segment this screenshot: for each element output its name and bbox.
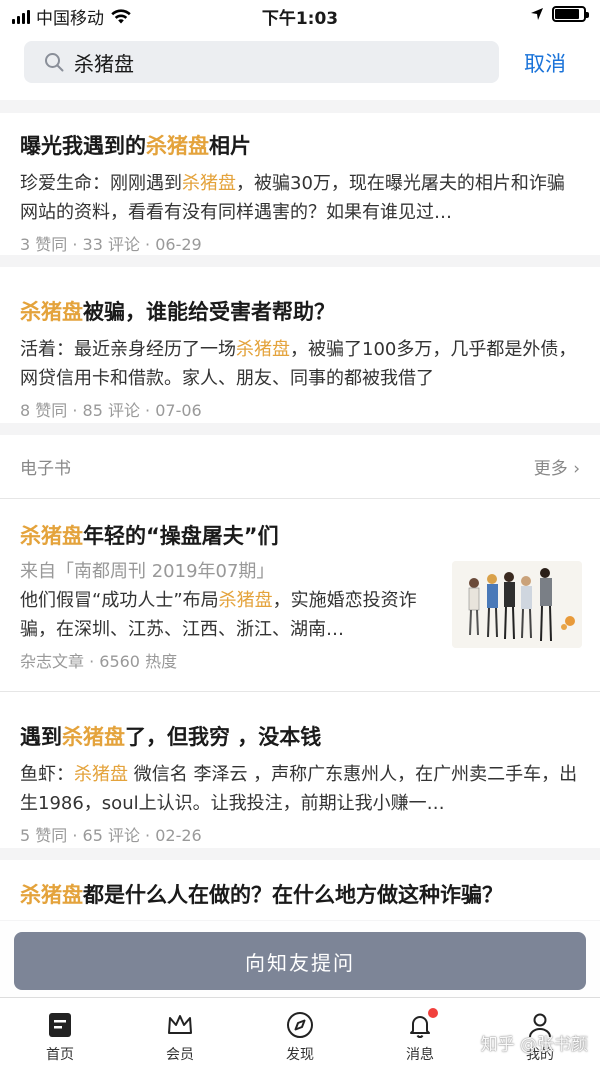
divider — [0, 423, 600, 435]
result-excerpt: 活着：最近亲身经历了一场杀猪盘，被骗了100多万，几乎都是外债，网贷信用卡和借款… — [20, 339, 577, 389]
battery-icon — [552, 6, 589, 22]
result-title: 杀猪盘都是什么人在做的？在什么地方做这种诈骗？ — [20, 883, 503, 907]
result-excerpt: 鱼虾：杀猪盘 微信名 李泽云 ，声称广东惠州人，在广州卖二手车，出生1986，s… — [20, 764, 578, 814]
ebook-section-header: 电子书 更多 › — [0, 435, 600, 499]
result-title: 遇到杀猪盘了，但我穷 ，没本钱 — [20, 725, 322, 749]
result-meta: 8 赞同 · 85 评论 · 07-06 — [20, 401, 202, 420]
tab-label: 会员 — [166, 1047, 194, 1063]
search-icon — [45, 53, 64, 72]
ebook-excerpt: 他们假冒“成功人士”布局杀猪盘，实施婚恋投资诈骗，在深圳、江苏、江西、浙江、湖南… — [20, 590, 417, 640]
watermark: 知乎 @张书颜 — [480, 1035, 588, 1055]
result-excerpt: 珍爱生命：刚刚遇到杀猪盘，被骗30万，现在曝光屠夫的相片和诈骗网站的资料，看看有… — [20, 173, 565, 223]
tab-vip[interactable]: 会员 — [120, 998, 240, 1067]
tab-label: 发现 — [286, 1047, 314, 1063]
status-bar: 中国移动 下午1:03 — [0, 0, 600, 30]
ebook-cover-image — [452, 561, 582, 648]
result-meta: 5 赞同 · 65 评论 · 02-26 — [20, 826, 202, 845]
search-query: 杀猪盘 — [74, 51, 134, 76]
cancel-button[interactable]: 取消 — [524, 48, 566, 78]
result-card[interactable]: 杀猪盘被骗，谁能给受害者帮助？ 活着：最近亲身经历了一场杀猪盘，被骗了100多万… — [0, 267, 600, 423]
search-input[interactable]: 杀猪盘 — [24, 41, 499, 83]
compass-icon — [287, 1012, 313, 1038]
clock: 下午1:03 — [261, 9, 339, 29]
location-arrow-icon — [531, 8, 543, 20]
result-card[interactable]: 杀猪盘都是什么人在做的？在什么地方做这种诈骗？ — [0, 860, 600, 920]
result-card[interactable]: 遇到杀猪盘了，但我穷 ，没本钱 鱼虾：杀猪盘 微信名 李泽云 ，声称广东惠州人，… — [0, 692, 600, 848]
ebook-title: 杀猪盘年轻的“操盘屠夫”们 — [20, 524, 279, 548]
tab-home[interactable]: 首页 — [0, 998, 120, 1067]
result-meta: 3 赞同 · 33 评论 · 06-29 — [20, 235, 202, 254]
search-results: 曝光我遇到的杀猪盘相片 珍爱生命：刚刚遇到杀猪盘，被骗30万，现在曝光屠夫的相片… — [0, 113, 600, 920]
tab-discover[interactable]: 发现 — [240, 998, 360, 1067]
divider — [0, 848, 600, 860]
tab-label: 首页 — [46, 1047, 74, 1063]
ask-question-button[interactable]: 向知友提问 — [14, 932, 586, 990]
result-title: 杀猪盘被骗，谁能给受害者帮助？ — [20, 300, 335, 324]
more-link[interactable]: 更多 › — [534, 454, 580, 479]
tab-label: 消息 — [406, 1047, 434, 1063]
ask-bar: 向知友提问 — [0, 921, 600, 997]
search-header: 杀猪盘 取消 — [0, 30, 600, 100]
ebook-source: 来自「南都周刊 2019年07期」 — [20, 561, 275, 582]
tab-messages[interactable]: 消息 — [360, 998, 480, 1067]
crown-icon — [168, 1015, 192, 1034]
result-title: 曝光我遇到的杀猪盘相片 — [20, 134, 251, 158]
notification-dot — [428, 1008, 438, 1018]
ebook-meta: 杂志文章 · 6560 热度 — [20, 652, 178, 671]
home-icon — [49, 1013, 71, 1037]
section-label: 电子书 — [20, 459, 71, 479]
ebook-card[interactable]: 杀猪盘年轻的“操盘屠夫”们 来自「南都周刊 2019年07期」 他们假冒“成功人… — [0, 499, 600, 691]
result-card[interactable]: 曝光我遇到的杀猪盘相片 珍爱生命：刚刚遇到杀猪盘，被骗30万，现在曝光屠夫的相片… — [0, 113, 600, 255]
